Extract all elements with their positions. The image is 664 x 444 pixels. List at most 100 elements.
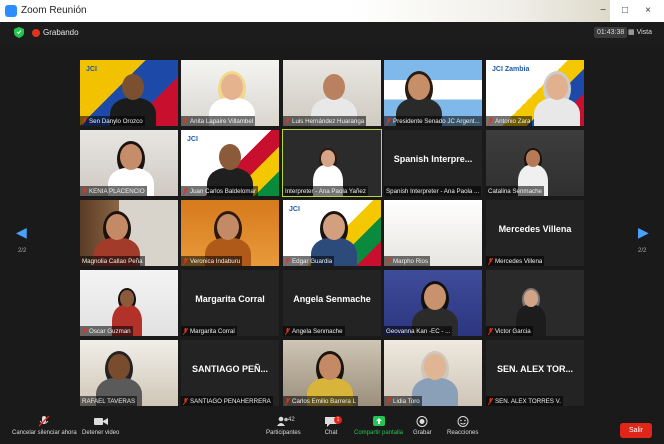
participant-name: Interpreter - Ana Paola Yañez (285, 187, 366, 195)
chat-label: Chat (324, 430, 338, 436)
next-page-arrow-icon[interactable]: ▶ (638, 224, 649, 241)
participant-display-name: Mercedes Villena (498, 224, 572, 234)
participant-name-bar: Angela Senmache (283, 326, 345, 336)
participant-tile[interactable]: Presidente Senado JC Argent... (384, 60, 482, 126)
muted-microphone-icon (183, 117, 188, 125)
close-button[interactable]: × (637, 3, 659, 18)
participant-tile[interactable]: Veronica Indaburu (181, 200, 279, 266)
view-button[interactable]: ▦ Vista (628, 28, 652, 36)
muted-microphone-icon (488, 257, 493, 265)
participant-face (323, 214, 345, 240)
participant-tile[interactable]: JCI Juan Carlos Baldelomar (181, 130, 279, 196)
participant-name: Spanish Interpreter - Ana Paola ... (386, 187, 480, 195)
participant-name-bar: Antonio Zara (486, 116, 533, 126)
participant-name: Presidente Senado JC Argent... (393, 117, 480, 125)
participant-name-bar: Spanish Interpreter - Ana Paola ... (384, 186, 482, 196)
participant-name-bar: Magnolia Callao Peña (80, 256, 145, 266)
participant-tile[interactable]: JCI Sen Danylo Orozco (80, 60, 178, 126)
participant-face (108, 354, 130, 380)
participant-display-name: SEN. ALEX TOR... (496, 364, 573, 374)
muted-microphone-icon (183, 257, 188, 265)
participant-name-bar: Interpreter - Ana Paola Yañez (283, 186, 368, 196)
participant-name: Magnolia Callao Peña (82, 257, 143, 265)
jci-logo: JCI (86, 66, 97, 73)
participant-tile[interactable]: Margarita Corral Margarita Corral (181, 270, 279, 336)
participant-tile[interactable]: Marpho Rios (384, 200, 482, 266)
left-page-indicator: 2/2 (18, 248, 27, 254)
participants-button[interactable]: 42 Participantes (266, 416, 301, 436)
recording-dot-icon (32, 29, 40, 37)
video-camera-icon (93, 418, 108, 425)
participant-face (323, 74, 345, 100)
window-title: Zoom Reunión (21, 5, 87, 16)
participant-tile[interactable]: KENIA PLACENCIO (80, 130, 178, 196)
reactions-button[interactable]: Reacciones (447, 416, 478, 436)
participant-name: Victor Garcia (495, 327, 531, 335)
participant-face (424, 354, 446, 380)
participant-tile[interactable]: Victor Garcia (486, 270, 584, 336)
muted-microphone-icon (183, 397, 188, 405)
participant-tile[interactable]: JCI Edgar Guardia (283, 200, 381, 266)
participant-name-bar: KENIA PLACENCIO (80, 186, 147, 196)
participant-tile[interactable]: Spanish Interpre... Spanish Interpreter -… (384, 130, 482, 196)
participant-tile[interactable]: Magnolia Callao Peña (80, 200, 178, 266)
participant-name-bar: Carlos Emilio Barrera L (283, 396, 358, 406)
participant-tile[interactable]: Carlos Emilio Barrera L (283, 340, 381, 406)
participant-tile[interactable]: SANTIAGO PEÑ... SANTIAGO PEÑAHERRERA (181, 340, 279, 406)
participant-tile[interactable]: RAFAEL TAVERAS (80, 340, 178, 406)
participant-name: SANTIAGO PEÑAHERRERA (190, 397, 271, 405)
participant-face (546, 74, 568, 100)
participant-name: Antonio Zara (495, 117, 531, 125)
record-icon (416, 416, 428, 427)
participant-tile[interactable]: Oscar Guzman (80, 270, 178, 336)
participant-tile[interactable]: Mercedes Villena Mercedes Villena (486, 200, 584, 266)
participant-tile[interactable]: Angela Senmache Angela Senmache (283, 270, 381, 336)
reactions-smiley-icon (457, 416, 469, 427)
chat-button[interactable]: 1 Chat (324, 416, 342, 436)
participant-name-bar: Margarita Corral (181, 326, 237, 336)
participant-name: SEN. ALEX TORRES V. (495, 397, 561, 405)
muted-microphone-icon (183, 327, 188, 335)
participant-name: Anita Lapaire Villambel (190, 117, 254, 125)
participant-name-bar: Sen Danylo Orozco (80, 116, 145, 126)
mute-button[interactable]: Cancelar silenciar ahora (12, 416, 77, 436)
participant-tile[interactable]: Interpreter - Ana Paola Yañez (282, 129, 382, 197)
background-decoration (350, 0, 610, 22)
previous-page-arrow-icon[interactable]: ◀ (16, 224, 27, 241)
jci-logo: JCI Zambia (492, 66, 530, 73)
minimize-button[interactable]: − (592, 3, 614, 18)
participant-tile[interactable]: Geovanna Kan -EC - ... (384, 270, 482, 336)
participant-name: RAFAEL TAVERAS (82, 397, 136, 405)
meeting-timer: 01:43:38 (594, 27, 628, 38)
participant-tile[interactable]: Lidia Toro (384, 340, 482, 406)
leave-meeting-button[interactable]: Salir (620, 423, 652, 438)
record-button[interactable]: Grabar (413, 416, 432, 436)
chat-badge: 1 (334, 416, 342, 424)
participant-tile[interactable]: Luis Hernández Huaranga (283, 60, 381, 126)
participant-tile[interactable]: SEN. ALEX TOR... SEN. ALEX TORRES V. (486, 340, 584, 406)
participant-name: Geovanna Kan -EC - ... (386, 327, 451, 335)
participant-tile[interactable]: JCI Zambia Antonio Zara (486, 60, 584, 126)
participant-tile[interactable]: Catalina Senmache (486, 130, 584, 196)
shield-icon[interactable] (14, 27, 24, 38)
muted-microphone-icon (386, 397, 391, 405)
participant-name: Edgar Guardia (292, 257, 333, 265)
view-label: Vista (636, 29, 652, 36)
participant-face (106, 214, 128, 240)
participant-display-name: Margarita Corral (195, 294, 265, 304)
share-screen-button[interactable]: Compartir pantalla (354, 416, 403, 436)
participant-name-bar: RAFAEL TAVERAS (80, 396, 138, 406)
participant-name: Marpho Rios (393, 257, 429, 265)
meeting-toolbar: Cancelar silenciar ahora Detener video 4… (0, 414, 664, 444)
participant-name: Luis Hernández Huaranga (292, 117, 365, 125)
title-bar: Zoom Reunión − □ × (0, 0, 664, 23)
participant-tile[interactable]: Anita Lapaire Villambel (181, 60, 279, 126)
zoom-window: Zoom Reunión − □ × Grabando 01:43:38 ▦ V… (0, 0, 664, 444)
participant-name: Carlos Emilio Barrera L (292, 397, 356, 405)
stop-video-button[interactable]: Detener video (82, 416, 119, 436)
maximize-button[interactable]: □ (614, 3, 636, 18)
participant-name-bar: Anita Lapaire Villambel (181, 116, 256, 126)
muted-microphone-icon (386, 257, 391, 265)
mute-label: Cancelar silenciar ahora (12, 430, 77, 436)
muted-microphone-icon (82, 187, 87, 195)
